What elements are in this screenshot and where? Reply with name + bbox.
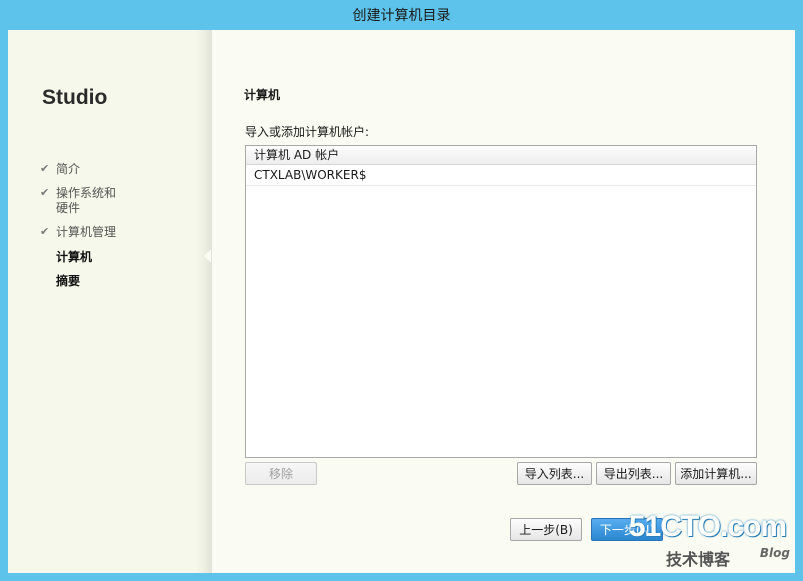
step-introduction: ✔ 简介 (40, 162, 190, 177)
checkmark-icon: ✔ (40, 225, 50, 238)
window-title: 创建计算机目录 (352, 8, 451, 24)
import-prompt: 导入或添加计算机帐户: (245, 125, 370, 139)
watermark-blog: Blog (759, 546, 790, 560)
step-machines: 计算机 (40, 250, 190, 265)
checkmark-icon: ✔ (40, 186, 50, 199)
sidebar-divider (196, 30, 212, 573)
add-computers-button[interactable]: 添加计算机... (675, 462, 757, 485)
remove-button[interactable]: 移除 (245, 462, 317, 485)
list-item[interactable]: CTXLAB\WORKER$ (246, 165, 756, 186)
wizard-client-area: Studio ✔ 简介 ✔ 操作系统和 硬件 ✔ 计算机管理 计算机 摘要 计算… (8, 30, 795, 573)
step-label: 计算机 (56, 250, 93, 264)
watermark-subtitle: 技术博客 (666, 550, 731, 569)
column-header-ad-account[interactable]: 计算机 AD 帐户 (246, 146, 756, 165)
export-list-button[interactable]: 导出列表... (596, 462, 671, 485)
back-button[interactable]: 上一步(B) (510, 518, 582, 541)
checkmark-icon: ✔ (40, 162, 50, 175)
window-title-bar: 创建计算机目录 (0, 0, 803, 30)
studio-brand: Studio (42, 86, 108, 109)
step-summary: 摘要 (40, 274, 190, 289)
step-label: 操作系统和 硬件 (56, 186, 117, 215)
computer-accounts-list[interactable]: 计算机 AD 帐户 CTXLAB\WORKER$ (245, 145, 757, 458)
step-label: 计算机管理 (56, 225, 117, 239)
step-label: 简介 (56, 162, 81, 176)
wizard-sidebar: Studio ✔ 简介 ✔ 操作系统和 硬件 ✔ 计算机管理 计算机 摘要 (8, 30, 210, 573)
step-label: 摘要 (56, 274, 81, 288)
step-os-and-hardware: ✔ 操作系统和 硬件 (40, 186, 190, 216)
step-machine-management: ✔ 计算机管理 (40, 225, 190, 240)
watermark-logo: 51CTO.com (628, 510, 787, 543)
current-step-pointer-icon (204, 249, 211, 263)
import-list-button[interactable]: 导入列表... (517, 462, 592, 485)
page-title: 计算机 (244, 88, 281, 102)
watermark: 51CTO.com 技术博客 Blog (629, 508, 800, 578)
